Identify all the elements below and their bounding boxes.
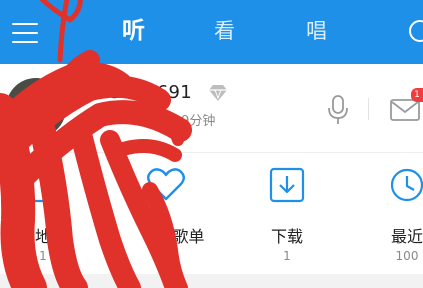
local-music-icon: [30, 167, 60, 203]
divider: [368, 98, 369, 120]
shortcut-recent[interactable]: 最近 100: [352, 165, 423, 275]
tab-sing[interactable]: 唱: [306, 16, 327, 46]
heart-icon: [147, 168, 185, 201]
download-icon: [269, 167, 305, 203]
shortcut-local-music[interactable]: 地 1: [0, 165, 98, 275]
mail-badge: 1: [411, 88, 423, 102]
username: b3257691: [98, 82, 192, 103]
shortcut-count: 1: [162, 249, 170, 263]
listen-time: 57529分钟: [148, 114, 216, 129]
shortcut-count: 1: [283, 249, 291, 263]
shortcut-count: 100: [395, 249, 419, 263]
tab-listen[interactable]: 听: [122, 16, 145, 46]
shortcut-label: 下载: [270, 227, 303, 246]
microphone-icon[interactable]: [326, 94, 350, 126]
section-divider: [0, 152, 423, 153]
shortcut-label: 最近: [390, 227, 423, 246]
bottom-strip: [0, 274, 423, 288]
top-bar: 听 看 唱: [0, 0, 423, 64]
diamond-icon[interactable]: [207, 84, 229, 102]
shortcut-count: 1: [39, 249, 47, 263]
shortcut-label: ·歌单: [167, 227, 205, 246]
shortcut-label: 地: [34, 227, 51, 246]
hamburger-menu-icon[interactable]: [12, 20, 42, 46]
shortcut-download[interactable]: 下载 1: [232, 165, 342, 275]
tab-watch[interactable]: 看: [214, 16, 235, 46]
avatar[interactable]: [6, 78, 66, 138]
shortcut-favorites[interactable]: ·歌单 1: [111, 165, 221, 275]
clock-icon: [390, 168, 423, 202]
profile-section[interactable]: b3257691 57529分钟 1: [0, 64, 423, 152]
search-icon[interactable]: [409, 20, 423, 42]
